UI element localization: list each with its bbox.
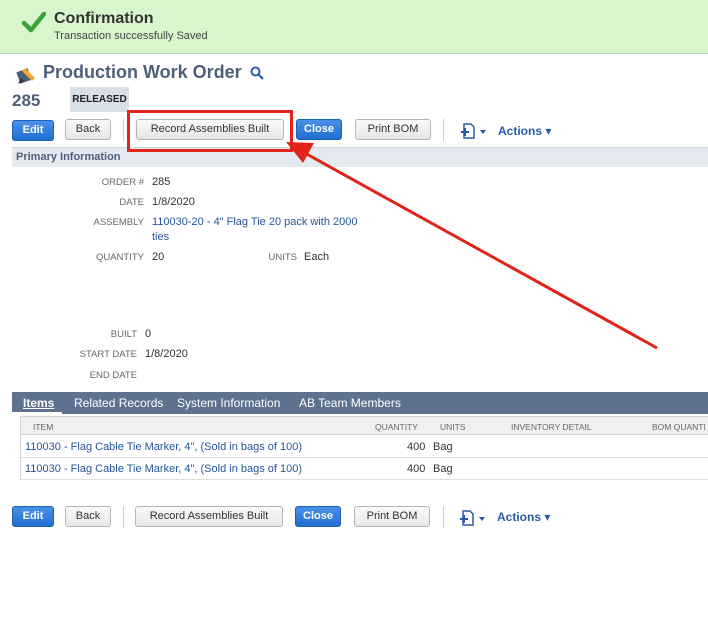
actions-menu[interactable]: Actions ▾ (497, 510, 550, 524)
assembly-label: ASSEMBLY (93, 217, 144, 228)
quantity-label: QUANTITY (95, 252, 144, 263)
start-date-label: START DATE (79, 349, 137, 360)
item-link[interactable]: 110030 - Flag Cable Tie Marker, 4", (Sol… (25, 463, 302, 475)
row-quantity: 400 (407, 463, 426, 475)
record-number: 285 (12, 91, 41, 110)
order-value: 285 (152, 176, 171, 188)
column-header-units[interactable]: UNITS (440, 422, 466, 432)
table-header: ITEM QUANTITY UNITS INVENTORY DETAIL BOM… (21, 417, 708, 435)
tab-ab-team-members[interactable]: AB Team Members (299, 396, 401, 410)
quantity-value: 20 (152, 251, 165, 263)
confirmation-banner: Confirmation Transaction successfully Sa… (0, 0, 708, 54)
edit-button[interactable]: Edit (12, 506, 54, 527)
banner-title: Confirmation (54, 10, 154, 27)
date-value: 1/8/2020 (152, 196, 195, 208)
assembly-link[interactable]: 110030-20 - 4" Flag Tie 20 pack with 200… (152, 216, 358, 228)
active-tab-indicator (12, 412, 62, 415)
table-row: 110030 - Flag Cable Tie Marker, 4", (Sol… (21, 458, 708, 480)
actions-menu[interactable]: Actions ▾ (498, 124, 551, 138)
edit-button[interactable]: Edit (12, 120, 54, 141)
new-record-icon[interactable] (460, 122, 488, 140)
close-button[interactable]: Close (296, 119, 342, 140)
end-date-label: END DATE (89, 370, 137, 381)
units-label: UNITS (268, 252, 298, 263)
status-badge: RELEASED (70, 87, 129, 112)
primary-information-header[interactable]: Primary Information (12, 147, 708, 167)
row-quantity: 400 (407, 441, 426, 453)
page-title: Production Work Order (43, 62, 242, 82)
row-units: Bag (433, 463, 453, 475)
start-date-value: 1/8/2020 (145, 348, 188, 360)
work-order-icon (16, 68, 35, 84)
print-bom-button[interactable]: Print BOM (354, 506, 430, 527)
subtab-bar: Items Related Records System Information… (12, 392, 708, 414)
check-icon (22, 11, 46, 33)
column-header-quantity[interactable]: QUANTITY (375, 422, 418, 432)
tab-items[interactable]: Items (23, 396, 54, 410)
order-label: ORDER # (101, 177, 144, 188)
column-header-inventory-detail[interactable]: INVENTORY DETAIL (511, 422, 592, 432)
table-row: 110030 - Flag Cable Tie Marker, 4", (Sol… (21, 436, 708, 458)
item-link[interactable]: 110030 - Flag Cable Tie Marker, 4", (Sol… (25, 441, 302, 453)
toolbar-divider (123, 506, 124, 528)
back-button[interactable]: Back (65, 506, 111, 527)
new-record-icon[interactable] (459, 509, 487, 527)
toolbar-divider (123, 119, 124, 141)
column-header-item[interactable]: ITEM (33, 422, 53, 432)
column-header-bom-quantity[interactable]: BOM QUANTI (652, 422, 706, 432)
highlight-box (127, 110, 293, 152)
tab-system-information[interactable]: System Information (177, 396, 280, 410)
print-bom-button[interactable]: Print BOM (355, 119, 431, 140)
banner-message: Transaction successfully Saved (54, 30, 208, 42)
back-button[interactable]: Back (65, 119, 111, 140)
search-icon[interactable] (250, 66, 264, 80)
close-button[interactable]: Close (295, 506, 341, 527)
toolbar-divider (443, 119, 444, 141)
row-units: Bag (433, 441, 453, 453)
toolbar-divider (443, 506, 444, 528)
record-assemblies-built-button[interactable]: Record Assemblies Built (135, 506, 283, 527)
units-value: Each (304, 251, 330, 263)
built-value: 0 (145, 328, 152, 340)
items-table: ITEM QUANTITY UNITS INVENTORY DETAIL BOM… (20, 416, 708, 480)
built-label: BUILT (110, 329, 137, 340)
section-title: Primary Information (16, 151, 121, 163)
date-label: DATE (119, 197, 144, 208)
assembly-link-continued[interactable]: ties (152, 231, 169, 243)
tab-related-records[interactable]: Related Records (74, 396, 163, 410)
